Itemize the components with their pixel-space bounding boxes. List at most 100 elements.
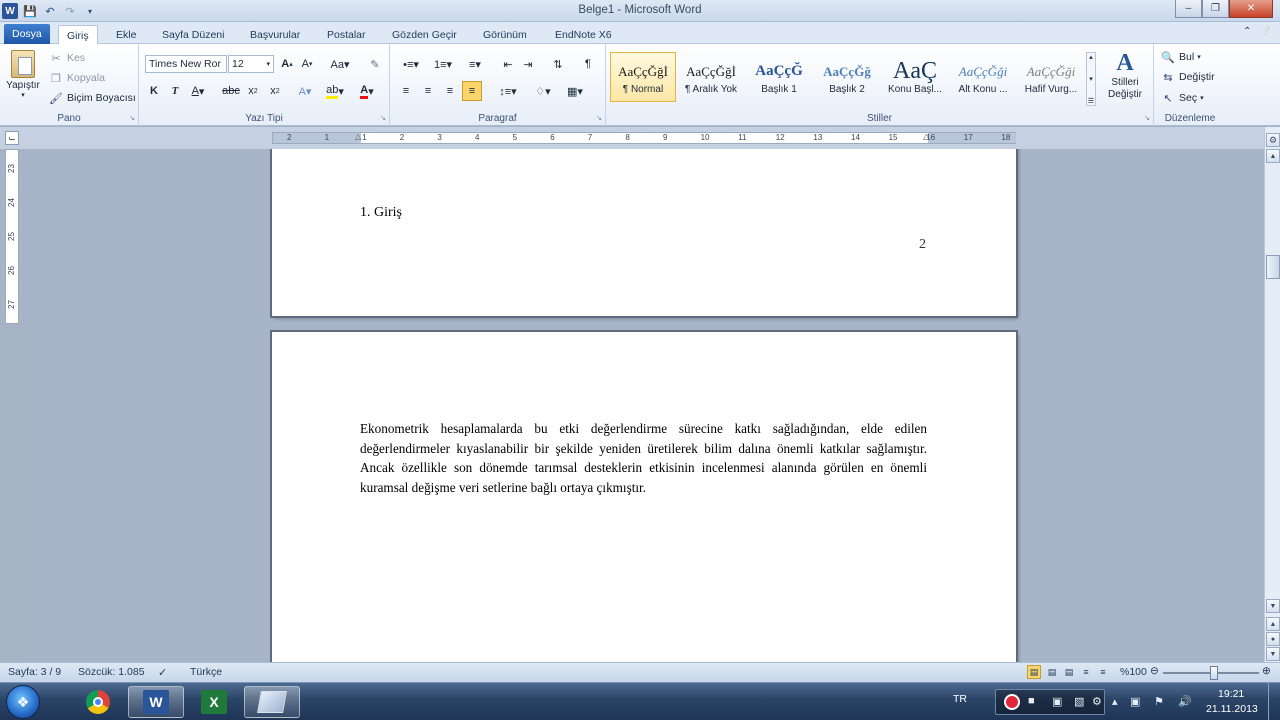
replace-button[interactable]: ⇆ Değiştir (1160, 68, 1214, 86)
strikethrough-icon[interactable]: abc (221, 81, 241, 101)
volume-icon[interactable]: 🔊 (1178, 695, 1192, 708)
style-subtitle[interactable]: AaÇçĞği Alt Konu ... (950, 52, 1016, 102)
align-left-icon[interactable]: ≡ (396, 81, 416, 101)
styles-launcher-icon[interactable]: ↘ (1144, 114, 1150, 122)
horizontal-ruler[interactable]: 2 1 1 2 3 4 5 6 7 8 9 10 11 12 13 14 15 16 17 18 △ △ (272, 132, 1016, 144)
zoom-level[interactable]: %100 (1120, 666, 1147, 678)
multilevel-list-icon[interactable]: ≡▾ (460, 54, 490, 74)
outline-icon[interactable]: ≡ (1079, 665, 1093, 679)
show-desktop-button[interactable] (1268, 683, 1280, 720)
flag-icon[interactable]: ⚑ (1154, 695, 1164, 708)
zoom-thumb[interactable] (1210, 666, 1218, 680)
align-center-icon[interactable]: ≡ (418, 81, 438, 101)
tab-view[interactable]: Görünüm (475, 25, 535, 44)
proofing-icon[interactable]: ✓ (158, 666, 167, 679)
highlight-icon[interactable]: ab ▾ (325, 81, 345, 101)
bold-icon[interactable]: K (144, 81, 164, 101)
page-count[interactable]: Sayfa: 3 / 9 (8, 666, 61, 678)
scroll-up-icon[interactable]: ▲ (1266, 149, 1280, 163)
web-layout-icon[interactable]: ▤ (1062, 665, 1076, 679)
zoom-in-icon[interactable]: ⊕ (1262, 665, 1271, 677)
find-button[interactable]: 🔍 Bul ▾ (1160, 48, 1201, 66)
font-size-combo[interactable]: 12 ▾ (228, 55, 274, 73)
record-icon[interactable] (1004, 694, 1020, 710)
clipboard-launcher-icon[interactable]: ↘ (129, 114, 135, 122)
close-button[interactable]: ✕ (1229, 0, 1273, 18)
styles-gallery-scroll[interactable]: ▴ ▾ ☰ (1086, 52, 1096, 106)
style-no-spacing[interactable]: AaÇçĞğİ ¶ Aralık Yok (678, 52, 744, 102)
excel-taskbar-button[interactable]: X (186, 686, 242, 718)
draft-icon[interactable]: ≡ (1096, 665, 1110, 679)
page[interactable]: Ekonometrik hesaplamalarda bu etki değer… (272, 332, 1016, 662)
clear-formatting-icon[interactable]: ✎ (365, 54, 385, 74)
subscript-icon[interactable]: x2 (243, 81, 263, 101)
view-ruler-icon[interactable]: ⚙ (1266, 133, 1280, 147)
style-heading-1[interactable]: AaÇçĞ Başlık 1 (746, 52, 812, 102)
browse-object-icon[interactable]: ● (1266, 632, 1280, 646)
style-normal[interactable]: AaÇçĞğİ ¶ Normal (610, 52, 676, 102)
stop-icon[interactable]: ■ (1028, 695, 1035, 707)
italic-icon[interactable]: T (165, 81, 185, 101)
tab-home[interactable]: Giriş (58, 25, 98, 45)
show-marks-icon[interactable]: ¶ (578, 54, 598, 74)
camera-icon[interactable]: ▧ (1074, 695, 1084, 708)
change-case-icon[interactable]: Aa▾ (327, 54, 353, 74)
numbering-icon[interactable]: 1≡▾ (428, 54, 458, 74)
indent-marker-icon[interactable]: △ (355, 132, 361, 141)
network-icon[interactable]: ▣ (1130, 695, 1140, 708)
full-screen-reading-icon[interactable]: ▤ (1045, 665, 1059, 679)
grow-font-icon[interactable]: A ▴ (277, 54, 297, 74)
vertical-scrollbar[interactable]: ⚙ ▲ ▼ ▲ ● ▼ (1264, 127, 1280, 662)
clock-date[interactable]: 21.11.2013 (1206, 703, 1258, 715)
cut-button[interactable]: ✂ Kes (48, 49, 85, 67)
style-title[interactable]: AaÇ Konu Başl... (882, 52, 948, 102)
paste-button[interactable]: Yapıştır ▾ (4, 50, 42, 110)
font-name-combo[interactable]: Times New Ror (145, 55, 227, 73)
restore-button[interactable]: ❐ (1202, 0, 1229, 18)
document-area[interactable]: 1. Giriş 2 Ekonometrik hesaplamalarda bu… (24, 149, 1264, 662)
zoom-out-icon[interactable]: ⊖ (1150, 665, 1159, 677)
tab-references[interactable]: Başvurular (242, 25, 308, 44)
borders-icon[interactable]: ▦▾ (562, 81, 588, 101)
font-color-icon[interactable]: A ▾ (357, 81, 377, 101)
tab-endnote[interactable]: EndNote X6 (547, 25, 620, 44)
style-subtle-emphasis[interactable]: AaÇçĞği Hafif Vurg... (1018, 52, 1084, 102)
tab-selector[interactable]: ⌙ (5, 131, 19, 145)
increase-indent-icon[interactable]: ⇥ (518, 54, 538, 74)
start-button[interactable]: ❖ (6, 685, 40, 719)
tab-file[interactable]: Dosya (4, 24, 50, 44)
change-styles-button[interactable]: A Stilleri Değiştir (1100, 50, 1150, 110)
justify-icon[interactable]: ≡ (462, 81, 482, 101)
window-capture-icon[interactable]: ▣ (1052, 695, 1062, 708)
word-taskbar-button[interactable]: W (128, 686, 184, 718)
language[interactable]: Türkçe (190, 666, 222, 678)
right-indent-marker-icon[interactable]: △ (923, 132, 929, 141)
align-right-icon[interactable]: ≡ (440, 81, 460, 101)
tab-mailings[interactable]: Postalar (319, 25, 374, 44)
minimize-ribbon-icon[interactable]: ⌃ (1243, 26, 1251, 37)
tab-page-layout[interactable]: Sayfa Düzeni (154, 25, 232, 44)
shrink-font-icon[interactable]: A ▾ (297, 54, 317, 74)
select-button[interactable]: ↖ Seç ▾ (1160, 89, 1203, 107)
settings-icon[interactable]: ⚙ (1092, 695, 1102, 708)
show-hidden-icons-icon[interactable]: ▴ (1112, 695, 1118, 708)
tab-review[interactable]: Gözden Geçir (384, 25, 465, 44)
language-indicator[interactable]: TR (953, 693, 967, 705)
app-taskbar-button[interactable] (244, 686, 300, 718)
style-heading-2[interactable]: AaÇçĞğ Başlık 2 (814, 52, 880, 102)
scroll-down-icon[interactable]: ▼ (1266, 599, 1280, 613)
print-layout-icon[interactable]: ▤ (1027, 665, 1041, 679)
previous-page-icon[interactable]: ▲ (1266, 617, 1280, 631)
vertical-ruler[interactable]: 23 24 25 26 27 (5, 149, 19, 324)
scroll-thumb[interactable] (1266, 255, 1280, 279)
bullets-icon[interactable]: •≡▾ (396, 54, 426, 74)
paragraph-launcher-icon[interactable]: ↘ (596, 114, 602, 122)
page[interactable]: 1. Giriş 2 (272, 149, 1016, 316)
font-launcher-icon[interactable]: ↘ (380, 114, 386, 122)
word-count[interactable]: Sözcük: 1.085 (78, 666, 145, 678)
copy-button[interactable]: ❐ Kopyala (48, 69, 105, 87)
format-painter-button[interactable]: 🖌 Biçim Boyacısı (48, 89, 136, 107)
tab-insert[interactable]: Ekle (108, 25, 144, 44)
minimize-button[interactable]: – (1175, 0, 1202, 18)
clock-time[interactable]: 19:21 (1218, 688, 1244, 700)
